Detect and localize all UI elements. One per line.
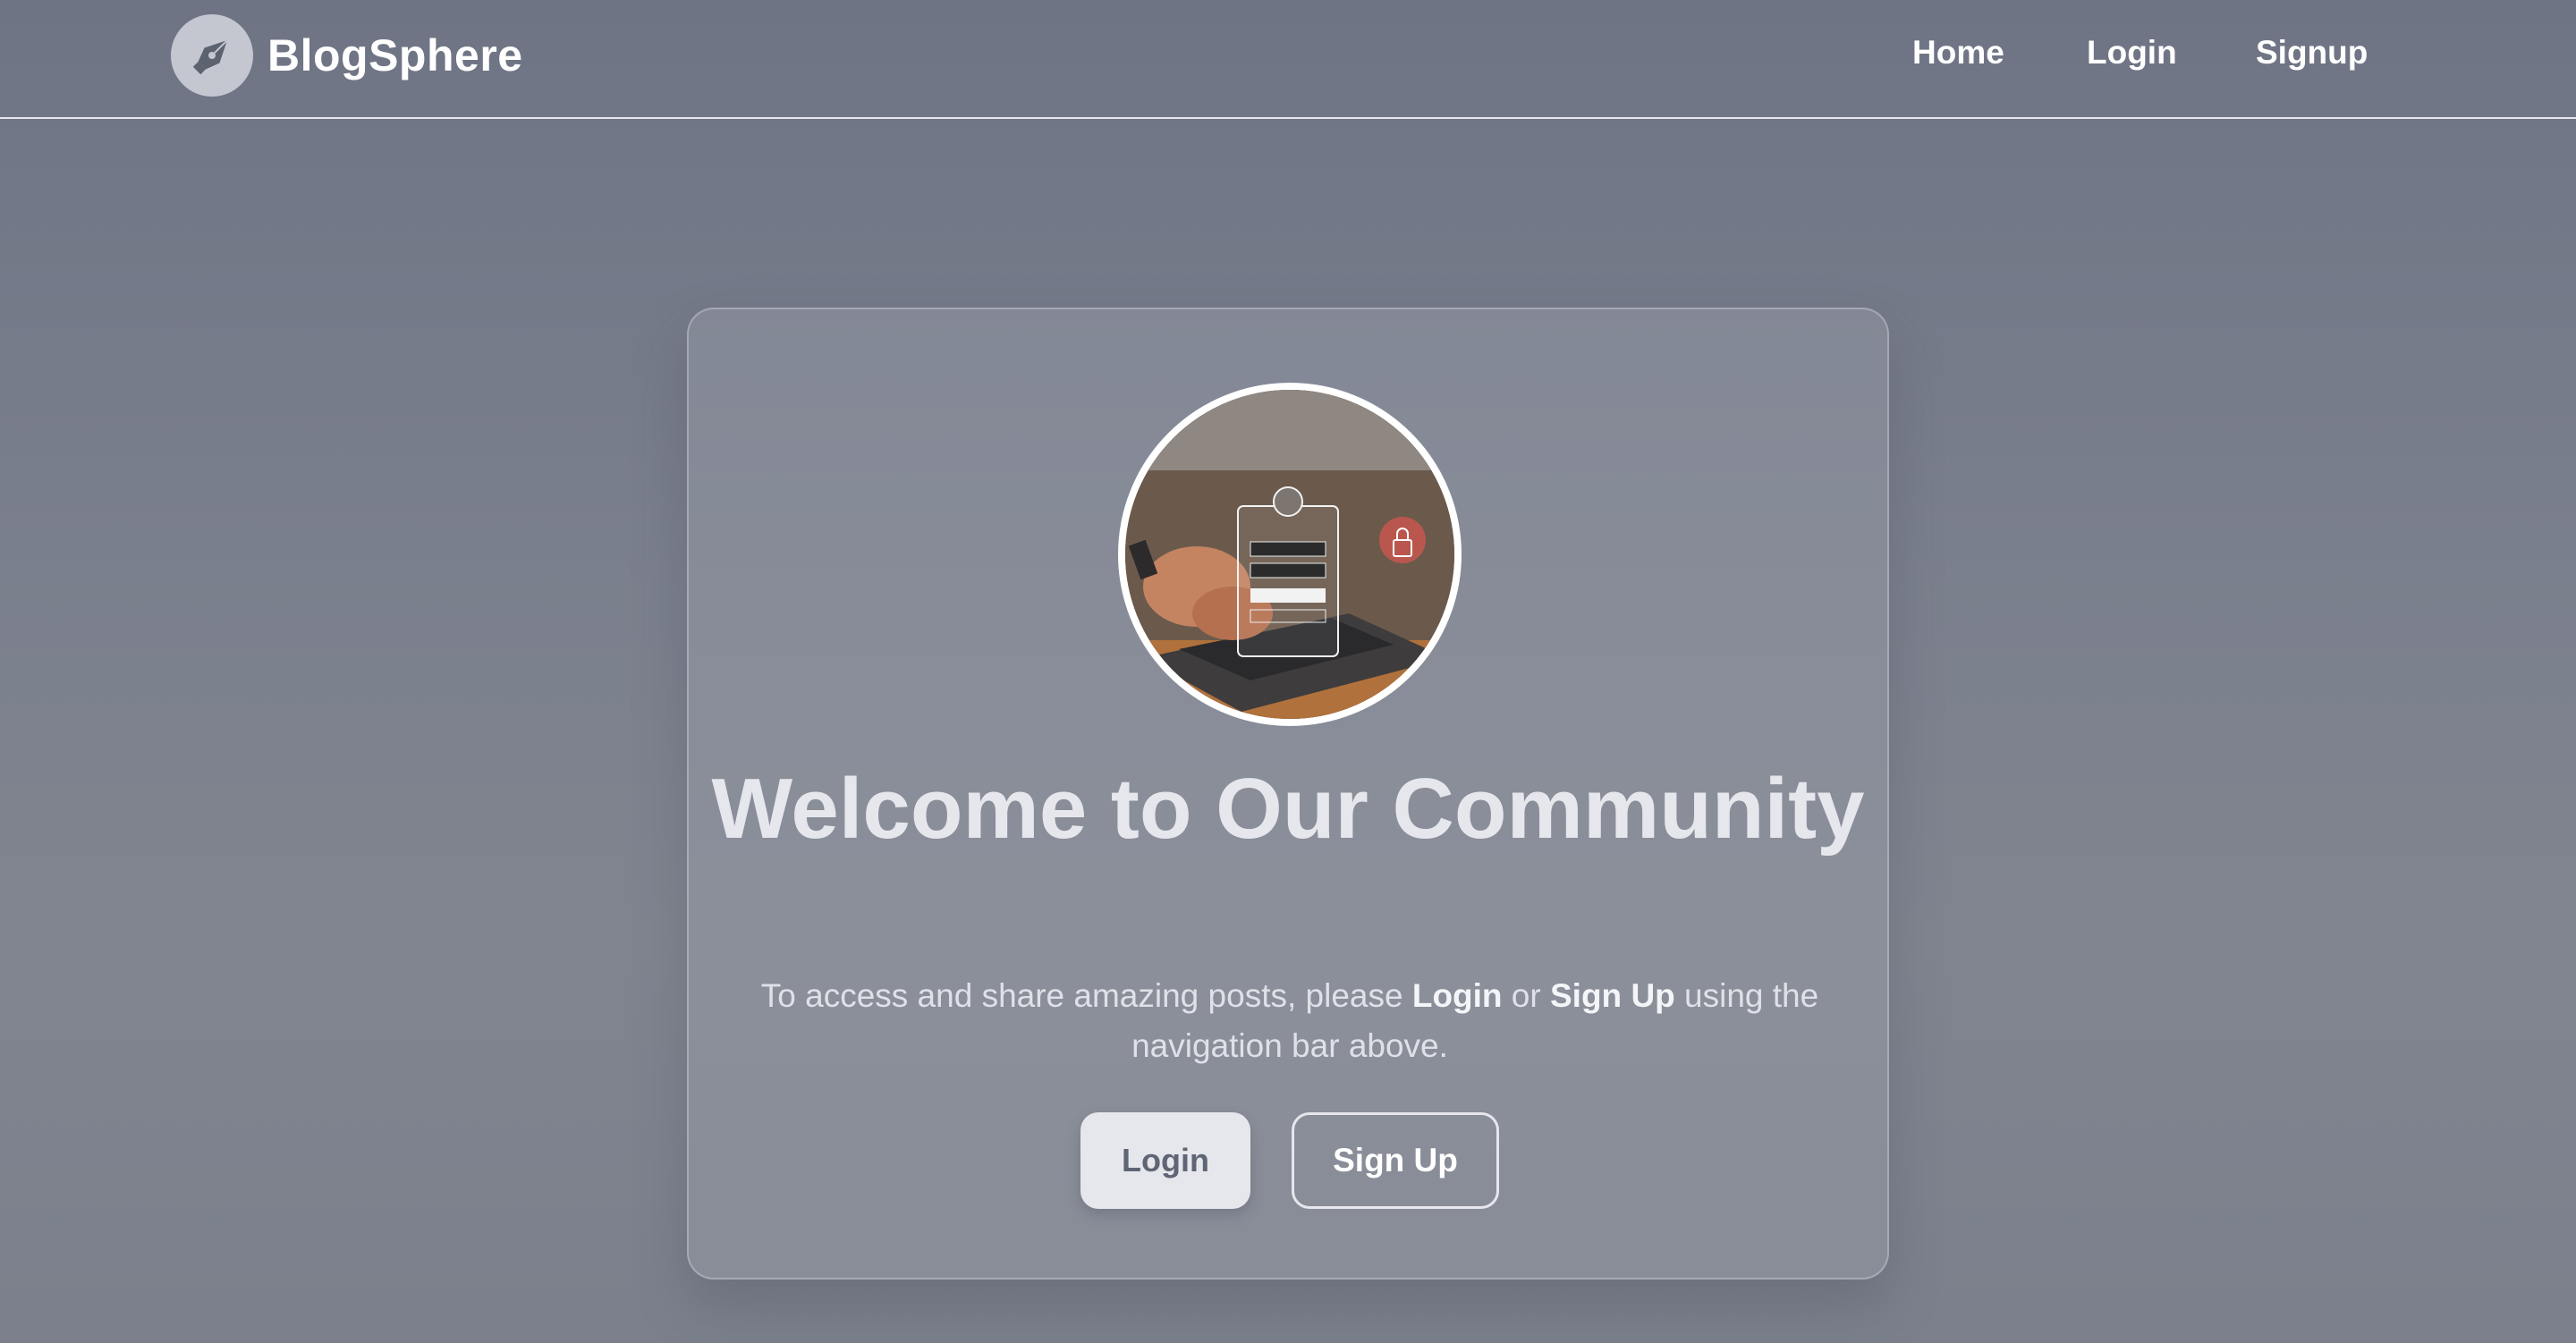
description-text-before: To access and share amazing posts, pleas… [760,977,1412,1014]
hero-image [1118,383,1462,726]
description-signup-word: Sign Up [1550,977,1675,1014]
signup-button[interactable]: Sign Up [1292,1112,1499,1209]
brand[interactable]: BlogSphere [171,14,523,97]
description-login-word: Login [1411,977,1503,1014]
login-button[interactable]: Login [1080,1112,1250,1209]
nav-home-link[interactable]: Home [1912,34,2004,72]
welcome-card: Welcome to Our Community To access and s… [687,308,1889,1280]
nav-signup-link[interactable]: Signup [2256,34,2368,72]
welcome-title: Welcome to Our Community [711,761,1865,857]
brand-name: BlogSphere [267,30,523,80]
navbar: BlogSphere Home Login Signup [0,0,2576,119]
description-text-middle: or [1502,977,1550,1014]
nav-login-link[interactable]: Login [2087,34,2177,72]
pen-nib-icon [171,14,253,97]
welcome-description: To access and share amazing posts, pleas… [751,971,1828,1071]
